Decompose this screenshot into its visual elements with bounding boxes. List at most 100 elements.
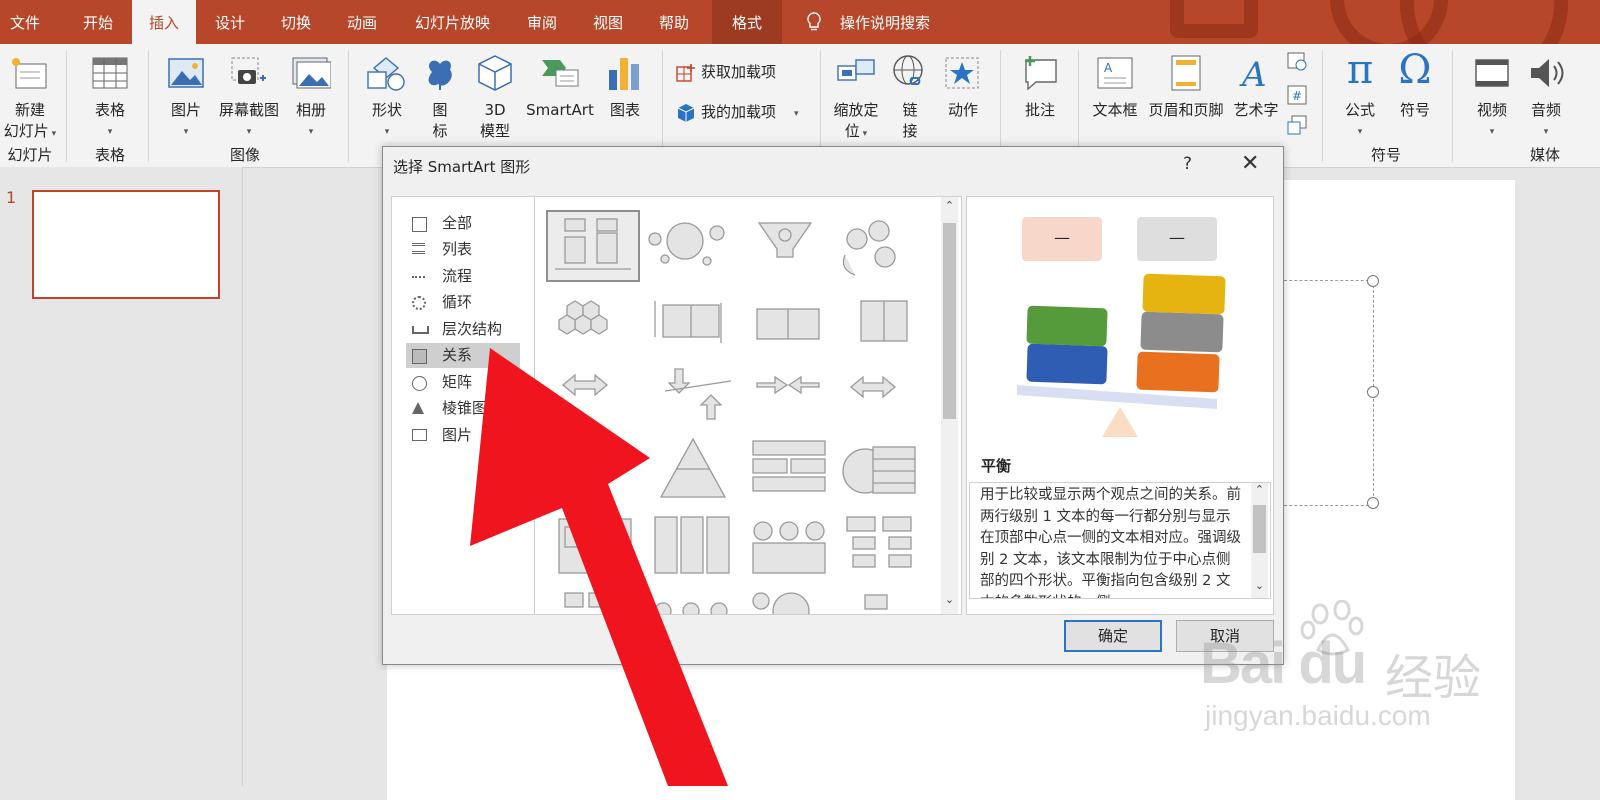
picture-button[interactable]: 图片 ▾ <box>158 50 214 140</box>
symbol-button[interactable]: Ω 符号 <box>1388 48 1442 140</box>
category-pyramid[interactable]: 棱锥图 <box>406 396 520 421</box>
chevron-down-icon: ▾ <box>308 127 314 137</box>
action-button[interactable]: 动作 <box>936 50 990 140</box>
icons-button[interactable]: 图 标 <box>416 50 464 140</box>
tab-slideshow[interactable]: 幻灯片放映 <box>400 0 505 44</box>
resize-handle[interactable] <box>1367 497 1379 509</box>
category-matrix[interactable]: 矩阵 <box>406 370 520 395</box>
placeholder-frame <box>1279 280 1374 506</box>
watermark-url: jingyan.baidu.com <box>1205 700 1431 731</box>
screenshot-button[interactable]: 屏幕截图 ▾ <box>214 50 284 140</box>
pyramid-icon <box>412 402 424 414</box>
new-slide-label-2: 幻灯片 <box>3 122 49 140</box>
tab-transitions[interactable]: 切换 <box>268 0 324 44</box>
action-label: 动作 <box>947 101 978 119</box>
category-picture[interactable]: 图片 <box>406 423 520 448</box>
zoom-button[interactable]: 缩放定 位 ▾ <box>826 50 886 140</box>
smartart-icon <box>542 60 579 87</box>
category-hierarchy[interactable]: 层次结构 <box>406 317 520 342</box>
smartart-button[interactable]: SmartArt <box>522 50 598 140</box>
category-label: 层次结构 <box>442 320 503 338</box>
audio-button[interactable]: 音频 ▾ <box>1522 50 1570 140</box>
add-store-icon <box>676 64 695 82</box>
get-addins-label: 获取加载项 <box>701 63 777 81</box>
category-list: 全部 列表 流程 循环 层次结构 关系 矩阵 棱锥图 图片 <box>391 196 535 615</box>
object-icon[interactable] <box>1286 114 1308 136</box>
decor-circle <box>1400 0 1568 44</box>
gallery-scrollbar[interactable]: ⌃ ⌄ <box>941 197 958 614</box>
3d-model-button[interactable]: 3D 模型 <box>468 50 522 140</box>
table-button[interactable]: 表格 ▾ <box>80 50 140 140</box>
date-time-icon[interactable] <box>1286 50 1308 72</box>
wordart-icon: A <box>1239 55 1267 92</box>
photo-album-button[interactable]: 相册 ▾ <box>286 50 336 140</box>
tab-review[interactable]: 审阅 <box>514 0 570 44</box>
category-list-type[interactable]: 列表 <box>406 237 520 262</box>
chart-button[interactable]: 图表 <box>598 50 652 140</box>
resize-handle[interactable] <box>1367 386 1379 398</box>
shapes-button[interactable]: 形状 ▾ <box>360 50 414 140</box>
textbox-icon: A <box>1097 57 1133 89</box>
group-label-slides: 幻灯片 <box>7 146 53 164</box>
chevron-down-icon: ▾ <box>859 129 868 139</box>
close-icon[interactable]: ✕ <box>1241 153 1259 175</box>
tell-me-search[interactable]: 操作说明搜索 <box>800 0 950 44</box>
symbol-label: 符号 <box>1399 101 1430 119</box>
textbox-button[interactable]: A 文本框 <box>1086 50 1144 140</box>
tab-home[interactable]: 开始 <box>70 0 126 44</box>
preview-description: 用于比较或显示两个观点之间的关系。前两行级别 1 文本的每一行都分别与显示在顶部… <box>980 487 1241 598</box>
category-process[interactable]: 流程 <box>406 264 520 289</box>
new-slide-button[interactable]: 新建 幻灯片 ▾ <box>0 50 60 140</box>
video-button[interactable]: 视频 ▾ <box>1462 50 1522 140</box>
help-button[interactable]: ? <box>1183 154 1192 174</box>
photo-album-icon <box>292 57 331 89</box>
baidu-watermark: Bai du 经验 jingyan.baidu.com <box>1200 600 1500 740</box>
chevron-up-icon[interactable]: ⌃ <box>1251 483 1268 496</box>
group-separator <box>66 50 67 162</box>
tab-design[interactable]: 设计 <box>202 0 258 44</box>
equation-button[interactable]: π 公式 ▾ <box>1332 48 1388 140</box>
picture-label: 图片 <box>170 101 201 119</box>
tab-help[interactable]: 帮助 <box>646 0 702 44</box>
tab-file[interactable]: 文件 <box>0 0 50 44</box>
chevron-down-icon[interactable]: ⌄ <box>1251 579 1268 592</box>
svg-text:A: A <box>1104 61 1113 75</box>
header-footer-icon <box>1171 55 1201 91</box>
get-addins-button[interactable]: 获取加载项 <box>674 60 814 86</box>
chevron-down-icon[interactable]: ⌄ <box>941 593 958 606</box>
chevron-down-icon: ▾ <box>1357 127 1363 137</box>
my-addins-button[interactable]: 我的加载项 ▾ <box>674 100 814 126</box>
tab-format[interactable]: 格式 <box>712 0 782 44</box>
header-footer-button[interactable]: 页眉和页脚 <box>1144 50 1228 140</box>
category-all[interactable]: 全部 <box>406 211 520 236</box>
group-label-images: 图像 <box>229 146 260 164</box>
slide-number: 1 <box>6 188 17 207</box>
category-cycle[interactable]: 循环 <box>406 290 520 315</box>
slide-number-icon[interactable]: # <box>1286 84 1308 106</box>
slide-thumbnail[interactable] <box>32 190 220 299</box>
tab-view[interactable]: 视图 <box>580 0 636 44</box>
ok-button[interactable]: 确定 <box>1064 620 1162 652</box>
wordart-button[interactable]: A 艺术字 <box>1228 50 1284 140</box>
comment-button[interactable]: 批注 <box>1010 50 1070 140</box>
chevron-up-icon[interactable]: ⌃ <box>941 199 958 212</box>
chart-icon <box>609 58 639 90</box>
scroll-thumb[interactable] <box>943 223 956 419</box>
svg-text:A: A <box>1239 55 1267 92</box>
category-relationship[interactable]: 关系 <box>406 343 520 368</box>
description-scrollbar[interactable]: ⌃ ⌄ <box>1251 483 1268 598</box>
tab-animations[interactable]: 动画 <box>334 0 390 44</box>
resize-handle[interactable] <box>1367 275 1379 287</box>
new-slide-label-row: 幻灯片 ▾ <box>0 121 60 145</box>
smartart-label: SmartArt <box>526 101 594 119</box>
icons-icon <box>428 60 452 90</box>
scroll-thumb[interactable] <box>1253 505 1266 553</box>
zoom-label-row: 位 ▾ <box>826 121 886 145</box>
chevron-down-icon: ▾ <box>183 127 189 137</box>
link-button[interactable]: 链 接 <box>886 50 934 140</box>
chevron-down-icon: ▾ <box>48 129 57 139</box>
chevron-down-icon: ▾ <box>1489 127 1495 137</box>
link-label-2: 接 <box>902 122 918 140</box>
category-label: 循环 <box>442 293 473 311</box>
tab-insert[interactable]: 插入 <box>132 0 196 44</box>
